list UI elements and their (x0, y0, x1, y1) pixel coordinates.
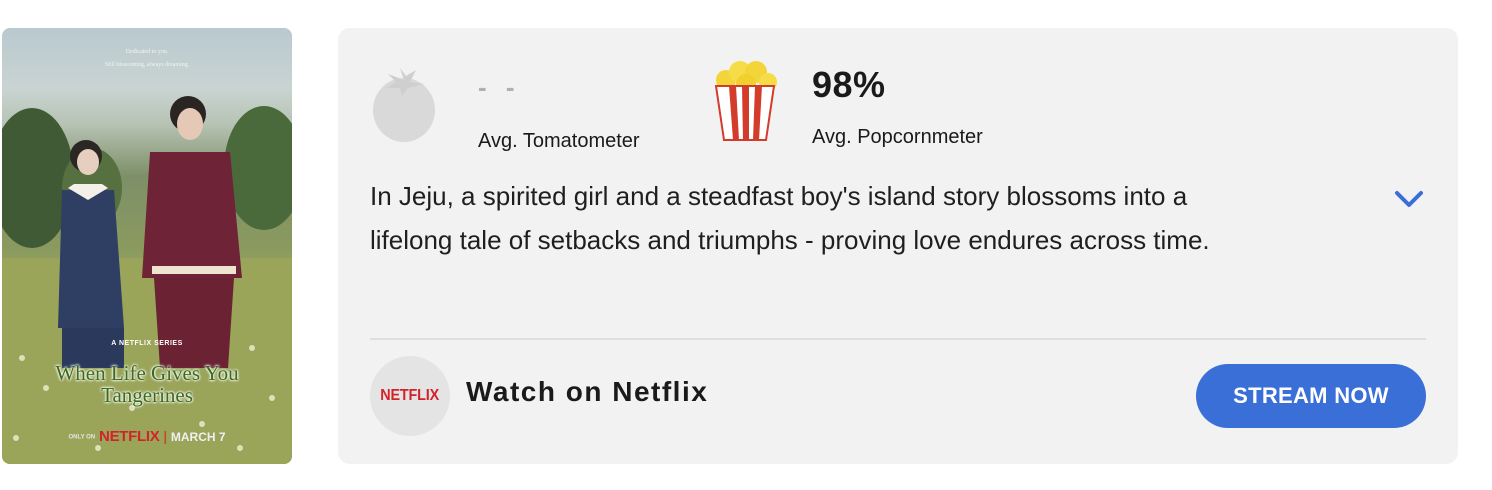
popcornmeter-score: 98% (812, 64, 886, 105)
poster-tagline: Dedicated to you. Still blossoming, alwa… (104, 49, 190, 68)
poster-release-line: ONLY ON NETFLIX | MARCH 7 (68, 428, 226, 445)
poster-title: When Life Gives You Tangerines (55, 361, 239, 407)
show-info-card: - - Avg. Tomatometer 98% Avg. Popcornmet… (338, 28, 1458, 464)
netflix-logo: NETFLIX (370, 356, 450, 436)
tomatometer-label: Avg. Tomatometer (478, 130, 640, 152)
poster-series-label: A NETFLIX SERIES (111, 340, 183, 347)
synopsis-text: In Jeju, a spirited girl and a steadfast… (370, 181, 1210, 255)
watch-on-label: Watch on Netflix (466, 376, 709, 407)
divider (370, 338, 1426, 340)
popcornmeter-label: Avg. Popcornmeter (812, 126, 983, 148)
popcorn-bucket-icon (714, 61, 777, 141)
stream-now-button[interactable]: STREAM NOW (1196, 364, 1426, 428)
tomato-icon (373, 68, 435, 142)
show-poster[interactable]: Dedicated to you. Still blossoming, alwa… (2, 28, 292, 464)
tomatometer-score: - - (478, 72, 521, 102)
chevron-down-icon[interactable] (1392, 184, 1426, 214)
